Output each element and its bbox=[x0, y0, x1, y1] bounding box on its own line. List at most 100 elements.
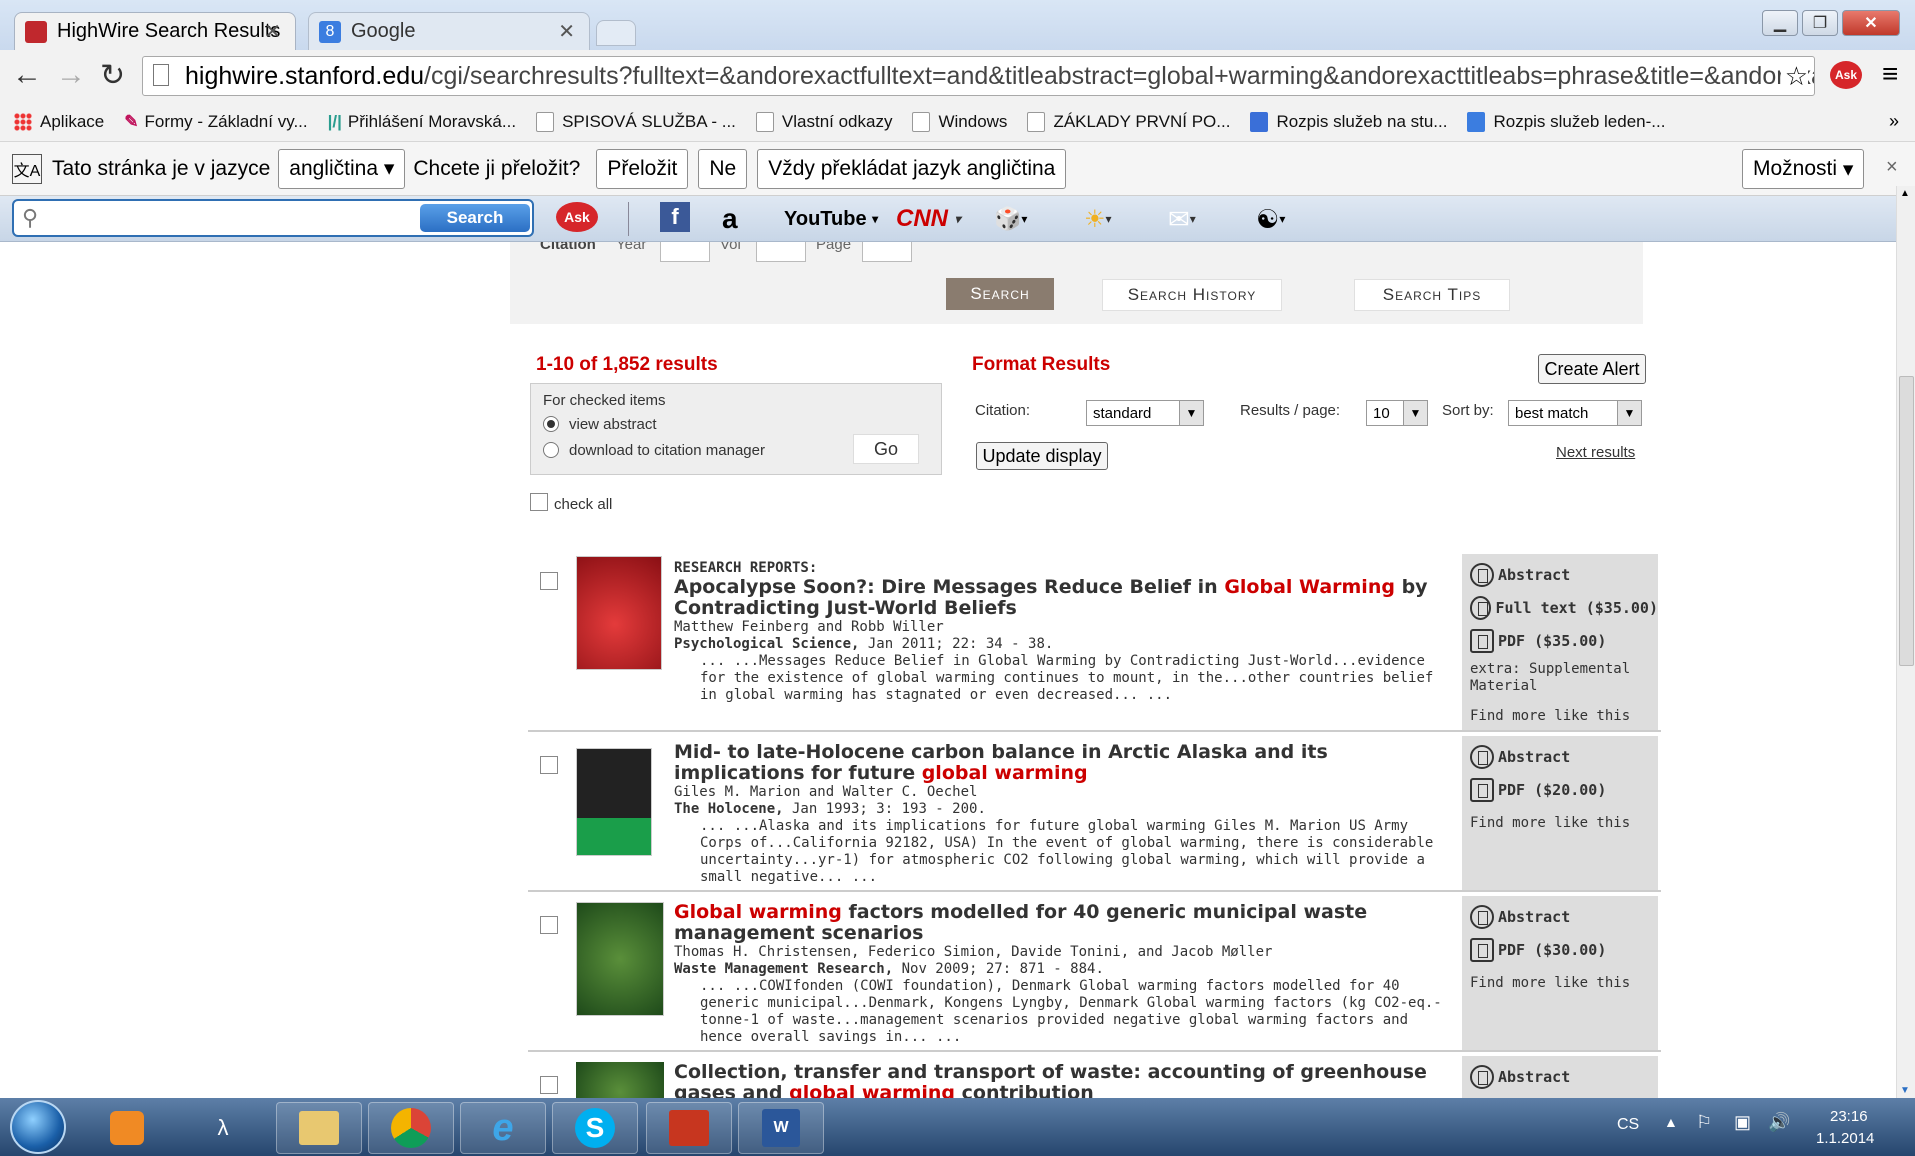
chrome-icon[interactable] bbox=[368, 1102, 454, 1154]
clock-date[interactable]: 1.1.2014 bbox=[1816, 1130, 1874, 1147]
more-bookmarks-icon[interactable]: » bbox=[1889, 111, 1899, 132]
result-title[interactable]: Global warming factors modelled for 40 g… bbox=[674, 902, 1454, 944]
update-display-button[interactable]: Update display bbox=[976, 442, 1108, 470]
result-checkbox[interactable] bbox=[540, 572, 558, 590]
bookmark-item[interactable]: Vlastní odkazy bbox=[755, 111, 892, 132]
bookmark-item[interactable]: SPISOVÁ SLUŽBA - ... bbox=[536, 111, 736, 132]
bookmark-item[interactable]: Rozpis služeb leden-... bbox=[1467, 111, 1665, 132]
results-per-page-select[interactable]: 10 ▼ bbox=[1366, 400, 1428, 426]
create-alert-button[interactable]: Create Alert bbox=[1538, 354, 1646, 384]
toolbar-search-button[interactable]: Search bbox=[420, 204, 530, 232]
bookmark-star-icon[interactable]: ☆ bbox=[1780, 61, 1808, 92]
adobe-reader-icon[interactable] bbox=[646, 1102, 732, 1154]
result-title[interactable]: Apocalypse Soon?: Dire Messages Reduce B… bbox=[674, 577, 1454, 619]
fulltext-link[interactable]: Full text ($35.00) bbox=[1462, 591, 1658, 624]
menu-icon[interactable]: ≡ bbox=[1882, 58, 1898, 90]
journal-cover-psychological-science[interactable] bbox=[576, 556, 662, 670]
tab-google[interactable]: 8 Google ✕ bbox=[308, 12, 590, 50]
weather-icon[interactable]: ☀ ▾ bbox=[1084, 202, 1112, 236]
bookmark-apps[interactable]: Aplikace bbox=[14, 112, 104, 132]
view-abstract-option[interactable]: view abstract bbox=[543, 416, 657, 433]
page-input[interactable] bbox=[862, 242, 912, 262]
always-translate-button[interactable]: Vždy překládat jazyk angličtina bbox=[757, 148, 1067, 189]
citation-select[interactable]: standard ▼ bbox=[1086, 400, 1204, 426]
pdf-link[interactable]: PDF ($30.00) bbox=[1462, 933, 1658, 966]
pdf-link[interactable]: PDF ($35.00) bbox=[1462, 624, 1658, 657]
back-icon[interactable]: ← bbox=[12, 58, 42, 92]
bookmark-item[interactable]: Windows bbox=[912, 111, 1007, 132]
network-icon[interactable]: ▣ bbox=[1734, 1112, 1751, 1133]
result-checkbox[interactable] bbox=[540, 756, 558, 774]
horoscope-icon[interactable]: ☯ ▾ bbox=[1256, 202, 1285, 236]
scroll-down-icon[interactable]: ▼ bbox=[1900, 1085, 1910, 1096]
abstract-link[interactable]: Abstract bbox=[1462, 558, 1658, 591]
bookmark-item[interactable]: ZÁKLADY PRVNÍ PO... bbox=[1027, 111, 1230, 132]
find-more-link[interactable]: Find more like this bbox=[1462, 966, 1658, 999]
bookmark-item[interactable]: ✎ Formy - Základní vy... bbox=[124, 112, 307, 132]
journal-cover-waste-management[interactable] bbox=[576, 1062, 664, 1098]
translate-button[interactable]: Přeložit bbox=[596, 148, 689, 189]
reload-icon[interactable]: ↻ bbox=[100, 58, 125, 93]
word-icon[interactable]: W bbox=[738, 1102, 824, 1154]
result-title[interactable]: Mid- to late-Holocene carbon balance in … bbox=[674, 742, 1454, 784]
search-button[interactable]: Search bbox=[946, 278, 1054, 310]
flag-icon[interactable]: ⚐ bbox=[1696, 1112, 1712, 1133]
year-input[interactable] bbox=[660, 242, 710, 262]
options-button[interactable]: Možnosti ▾ bbox=[1742, 149, 1865, 189]
close-translate-icon[interactable]: × bbox=[1886, 156, 1898, 179]
bookmark-item[interactable]: |/| Přihlášení Moravská... bbox=[328, 112, 516, 132]
vertical-scrollbar[interactable]: ▲ ▼ bbox=[1896, 186, 1915, 1098]
language-select[interactable]: angličtina ▾ bbox=[278, 148, 406, 189]
vol-input[interactable] bbox=[756, 242, 806, 262]
tab-highwire[interactable]: HighWire Search Results ✕ bbox=[14, 12, 296, 50]
check-all-checkbox[interactable] bbox=[530, 493, 548, 511]
minimize-button[interactable]: ▁ bbox=[1762, 10, 1798, 36]
journal-cover-holocene[interactable] bbox=[576, 748, 652, 856]
media-player-icon[interactable] bbox=[92, 1102, 162, 1154]
clock-time[interactable]: 23:16 bbox=[1830, 1108, 1868, 1125]
explorer-icon[interactable] bbox=[276, 1102, 362, 1154]
maximize-button[interactable]: ❐ bbox=[1802, 10, 1838, 36]
language-indicator[interactable]: CS bbox=[1617, 1116, 1639, 1134]
close-window-button[interactable]: ✕ bbox=[1842, 10, 1900, 36]
download-option[interactable]: download to citation manager bbox=[543, 442, 765, 459]
internet-explorer-icon[interactable]: e bbox=[460, 1102, 546, 1154]
youtube-icon[interactable]: YouTube ▾ bbox=[784, 202, 878, 236]
find-more-link[interactable]: Find more like this bbox=[1462, 699, 1658, 732]
radio-unselected[interactable] bbox=[543, 442, 559, 458]
amazon-icon[interactable]: a bbox=[722, 202, 738, 236]
new-tab-button[interactable] bbox=[596, 20, 636, 46]
abstract-link[interactable]: Abstract bbox=[1462, 1060, 1658, 1093]
find-more-link[interactable]: Find more like this bbox=[1462, 806, 1658, 839]
scrollbar-thumb[interactable] bbox=[1899, 376, 1914, 666]
scroll-up-icon[interactable]: ▲ bbox=[1900, 188, 1910, 199]
pdf-link[interactable]: PDF ($20.00) bbox=[1462, 773, 1658, 806]
facebook-icon[interactable]: f bbox=[660, 202, 690, 232]
ask-extension-icon[interactable]: Ask bbox=[1830, 61, 1862, 89]
volume-icon[interactable]: 🔊 bbox=[1768, 1112, 1790, 1133]
sort-select[interactable]: best match ▼ bbox=[1508, 400, 1642, 426]
ask-logo-icon[interactable]: Ask bbox=[556, 202, 598, 232]
skype-icon[interactable]: S bbox=[552, 1102, 638, 1154]
journal-cover-waste-management[interactable] bbox=[576, 902, 664, 1016]
search-tips-button[interactable]: Search Tips bbox=[1354, 279, 1510, 311]
go-button[interactable]: Go bbox=[853, 434, 919, 464]
radio-selected[interactable] bbox=[543, 416, 559, 432]
result-checkbox[interactable] bbox=[540, 1076, 558, 1094]
supplemental-link[interactable]: extra: Supplemental Material bbox=[1462, 657, 1658, 699]
search-history-button[interactable]: Search History bbox=[1102, 279, 1282, 311]
abstract-link[interactable]: Abstract bbox=[1462, 900, 1658, 933]
start-button[interactable] bbox=[10, 1100, 66, 1154]
show-hidden-icons-icon[interactable]: ▲ bbox=[1664, 1114, 1678, 1130]
toolbar-search-input[interactable]: ⚲ Search bbox=[12, 199, 534, 237]
tab-close-icon[interactable]: ✕ bbox=[264, 19, 281, 44]
next-results-link[interactable]: Next results bbox=[1556, 444, 1635, 461]
lambda-app-icon[interactable]: λ bbox=[188, 1102, 258, 1154]
abstract-link[interactable]: Abstract bbox=[1462, 740, 1658, 773]
cnn-icon[interactable]: CNN ▾ bbox=[896, 202, 961, 236]
no-button[interactable]: Ne bbox=[698, 148, 748, 189]
forward-icon[interactable]: → bbox=[56, 58, 86, 92]
mail-icon[interactable]: ✉ ▾ bbox=[1168, 202, 1196, 236]
result-checkbox[interactable] bbox=[540, 916, 558, 934]
bookmark-item[interactable]: Rozpis služeb na stu... bbox=[1250, 111, 1447, 132]
